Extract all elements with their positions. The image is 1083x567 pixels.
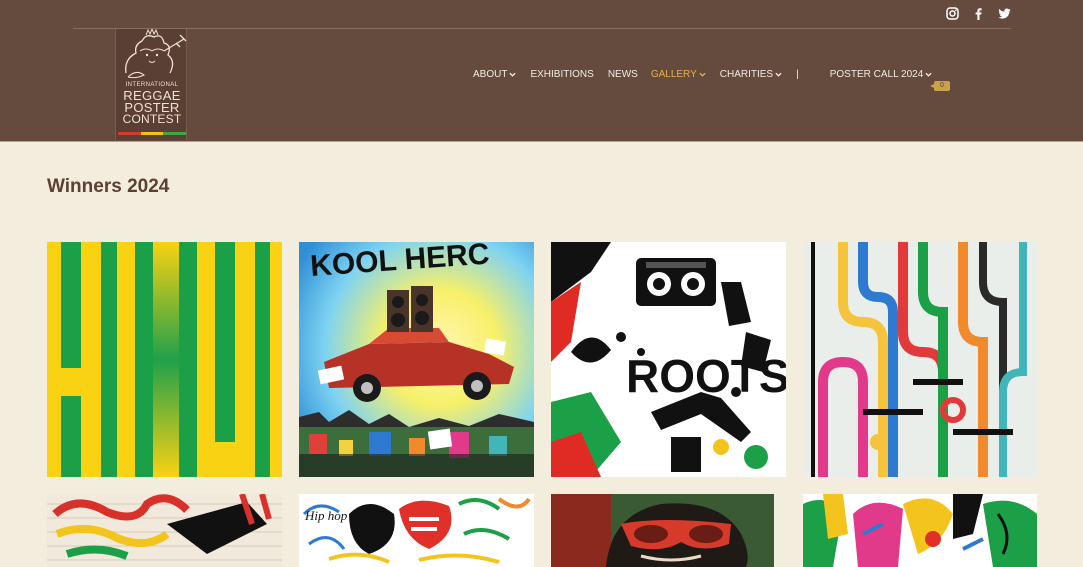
nav-separator: | xyxy=(796,69,799,80)
gallery-item-8[interactable] xyxy=(803,494,1037,567)
page-title: Winners 2024 xyxy=(47,176,170,197)
logo-text: INTERNATIONAL REGGAE POSTER CONTEST xyxy=(116,82,188,125)
logo-flag-bars xyxy=(118,132,187,135)
poster-image xyxy=(551,494,774,567)
poster-image xyxy=(47,494,282,567)
gallery-item-4[interactable] xyxy=(803,242,1037,477)
nav-news[interactable]: NEWS xyxy=(608,69,638,80)
gallery-item-3[interactable]: ROOTS xyxy=(551,242,786,477)
nav-about[interactable]: ABOUT xyxy=(473,69,517,80)
chevron-down-icon xyxy=(699,72,706,77)
nav-news-label: NEWS xyxy=(607,69,638,80)
gallery-item-6[interactable]: Hip hop xyxy=(299,494,534,567)
main-nav: ABOUT EXHIBITIONS NEWS GALLERY CHARITIES… xyxy=(473,69,932,80)
poster-image: ROOTS xyxy=(551,242,786,477)
nav-poster-call[interactable]: POSTER CALL 2024 xyxy=(830,69,933,80)
instagram-icon[interactable] xyxy=(945,6,959,20)
chevron-down-icon xyxy=(509,72,517,77)
site-logo[interactable]: INTERNATIONAL REGGAE POSTER CONTEST xyxy=(115,29,187,140)
chevron-down-icon xyxy=(925,72,932,77)
poster-image xyxy=(47,242,282,477)
nav-charities[interactable]: CHARITIES xyxy=(720,69,782,80)
cart-count: 0 xyxy=(940,82,944,89)
twitter-icon[interactable] xyxy=(997,6,1011,20)
facebook-icon[interactable] xyxy=(971,6,985,20)
nav-charities-label: CHARITIES xyxy=(719,69,774,80)
flag-bar-yellow xyxy=(140,132,164,135)
logo-line-4: CONTEST xyxy=(122,112,182,126)
header-divider xyxy=(73,28,1011,29)
nav-exhibitions-label: EXHIBITIONS xyxy=(530,69,594,80)
poster-text: Hip hop xyxy=(304,508,348,523)
chevron-down-icon xyxy=(775,72,782,77)
poster-image: KOOL HERC xyxy=(299,242,534,477)
nav-poster-call-label: POSTER CALL 2024 xyxy=(829,69,924,80)
poster-image xyxy=(803,494,1037,567)
poster-image xyxy=(803,242,1037,477)
cart-badge[interactable]: 0 xyxy=(930,81,950,91)
lion-guitar-emblem xyxy=(125,29,187,79)
nav-gallery[interactable]: GALLERY xyxy=(651,69,706,80)
nav-separator-label: | xyxy=(796,69,799,80)
flag-bar-red xyxy=(118,132,141,135)
gallery-item-1[interactable] xyxy=(47,242,282,477)
flag-bar-green xyxy=(163,132,187,135)
site-header: INTERNATIONAL REGGAE POSTER CONTEST ABOU… xyxy=(0,0,1083,142)
gallery-item-7[interactable] xyxy=(551,494,774,567)
gallery-item-5[interactable] xyxy=(47,494,282,567)
social-links xyxy=(945,6,1011,20)
gallery-item-2[interactable]: KOOL HERC xyxy=(299,242,534,477)
poster-image: Hip hop xyxy=(299,494,534,567)
nav-exhibitions[interactable]: EXHIBITIONS xyxy=(530,69,593,80)
nav-gallery-label: GALLERY xyxy=(650,69,697,80)
nav-about-label: ABOUT xyxy=(473,69,508,80)
